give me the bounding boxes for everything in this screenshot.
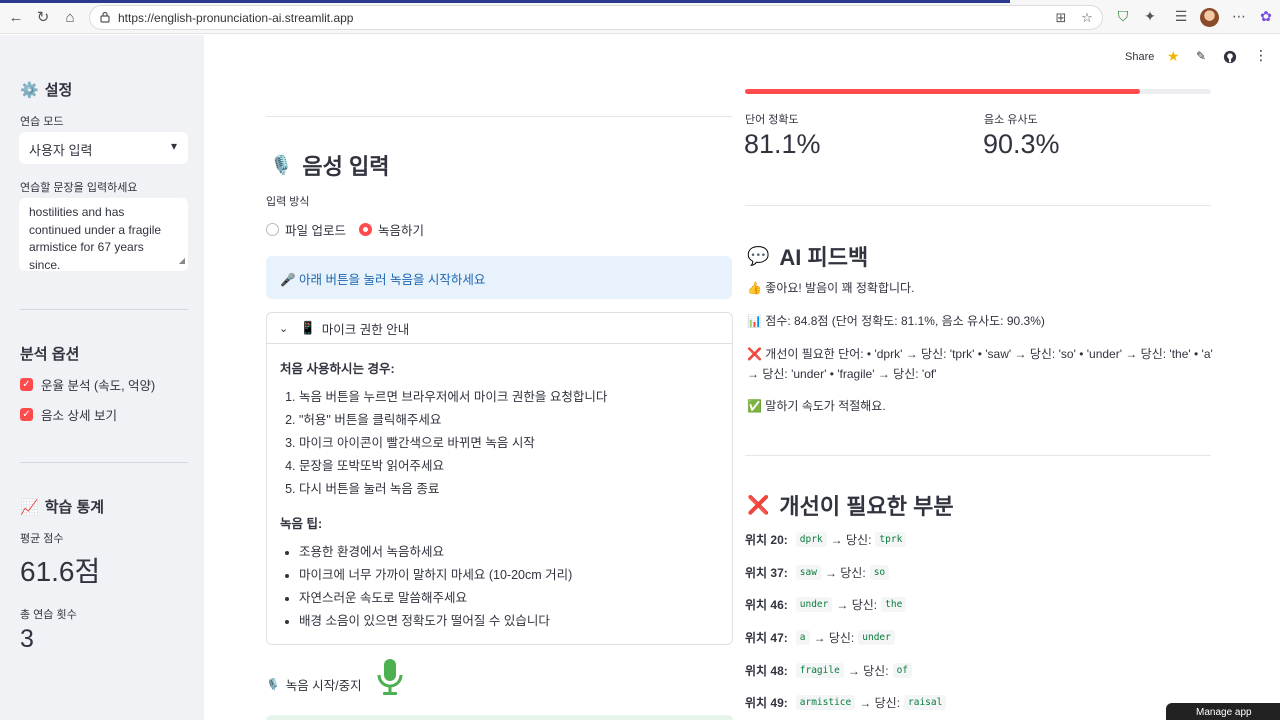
- feedback-line: 📊 점수: 84.8점 (단어 정확도: 81.1%, 음소 유사도: 90.3…: [747, 314, 1045, 328]
- sentence-text: hostilities and has continued under a fr…: [29, 205, 162, 271]
- avg-score-label: 평균 점수: [20, 533, 64, 545]
- app-grid-icon[interactable]: ⊞: [1053, 10, 1069, 26]
- record-toggle-label: 🎙️ 녹음 시작/중지: [266, 679, 362, 693]
- stats-header: 📈 학습 통계: [20, 499, 105, 516]
- mode-label: 연습 모드: [20, 116, 64, 128]
- checkbox-phoneme-detail[interactable]: ✓ 음소 상세 보기: [20, 405, 117, 424]
- list-item: 자연스러운 속도로 말씀해주세요: [299, 587, 572, 610]
- profile-avatar[interactable]: [1200, 8, 1219, 27]
- back-icon[interactable]: ←: [6, 7, 26, 27]
- radio-record[interactable]: 녹음하기: [359, 220, 424, 239]
- star-icon[interactable]: ★: [1167, 48, 1180, 65]
- github-icon[interactable]: [1223, 50, 1237, 64]
- feedback-line: ✅ 말하기 속도가 적절해요.: [747, 399, 886, 413]
- sentence-textarea[interactable]: hostilities and has continued under a fr…: [19, 198, 188, 271]
- practice-count-value: 3: [20, 625, 34, 653]
- mic-permission-expander: ⌄ 📱 마이크 권한 안내 처음 사용하시는 경우: 녹음 버튼을 누르면 브라…: [266, 312, 733, 645]
- phoneme-similarity-value: 90.3%: [983, 129, 1060, 159]
- divider: [20, 462, 188, 463]
- avg-score-value: 61.6점: [20, 556, 101, 587]
- extensions-puzzle-icon[interactable]: ✦: [1141, 8, 1159, 26]
- speech-bubble-icon: 💬: [747, 245, 770, 266]
- ai-feedback-title: 💬 AI 피드백: [747, 245, 869, 270]
- analysis-options-header: 분석 옵션: [20, 346, 80, 363]
- tips-title: 녹음 팁:: [280, 517, 323, 531]
- mode-select-value: 사용자 입력: [29, 143, 93, 158]
- improvement-row: 위치 46: under → 당신: the: [745, 596, 910, 613]
- list-item: 마이크 아이콘이 빨간색으로 바뀌면 녹음 시작: [299, 432, 607, 455]
- first-use-title: 처음 사용하시는 경우:: [280, 362, 395, 376]
- more-menu-icon[interactable]: ⋯: [1230, 8, 1248, 26]
- lock-icon: [100, 11, 110, 23]
- favorites-list-icon[interactable]: ☰: [1172, 8, 1190, 26]
- improvement-row: 위치 37: saw → 당신: so: [745, 564, 893, 581]
- divider: [20, 309, 188, 310]
- divider: [745, 205, 1211, 206]
- mode-select[interactable]: 사용자 입력 ▾: [19, 132, 188, 164]
- studio-microphone-icon: 🎙️: [266, 679, 280, 691]
- improvement-row: 위치 20: dprk → 당신: tprk: [745, 531, 910, 548]
- checkbox-checked-icon: ✓: [20, 408, 33, 421]
- record-info-alert: 🎤 아래 버튼을 눌러 녹음을 시작하세요: [266, 256, 732, 299]
- improvement-row: 위치 47: a → 당신: under: [745, 629, 899, 646]
- list-item: 문장을 또박또박 읽어주세요: [299, 455, 607, 478]
- chevron-down-icon: ⌄: [279, 322, 289, 335]
- reload-icon[interactable]: ↻: [33, 7, 53, 27]
- list-item: "허용" 버튼을 클릭해주세요: [299, 409, 607, 432]
- microphone-record-button[interactable]: [376, 657, 404, 697]
- address-bar[interactable]: https://english-pronunciation-ai.streaml…: [89, 5, 1103, 30]
- word-accuracy-label: 단어 정확도: [745, 114, 799, 126]
- phoneme-similarity-label: 음소 유사도: [984, 114, 1038, 126]
- divider: [266, 116, 732, 117]
- success-alert: [266, 715, 733, 720]
- improvement-row: 위치 48: fragile → 당신: of: [745, 662, 916, 679]
- radio-selected-icon: [359, 223, 372, 236]
- sidebar: ⚙️ 설정 연습 모드 사용자 입력 ▾ 연습할 문장을 입력하세요 hostil…: [0, 35, 204, 720]
- chart-increasing-icon: 📈: [20, 499, 39, 516]
- list-item: 다시 버튼을 눌러 녹음 종료: [299, 478, 607, 501]
- resize-grip-icon[interactable]: ◢: [179, 252, 185, 270]
- practice-count-label: 총 연습 횟수: [20, 609, 77, 621]
- studio-microphone-icon: 🎙️: [270, 154, 293, 175]
- chevron-down-icon: ▾: [170, 139, 177, 153]
- copilot-icon[interactable]: ✿: [1257, 8, 1275, 26]
- settings-header: ⚙️ 설정: [20, 82, 73, 99]
- cross-mark-icon: ❌: [747, 494, 770, 515]
- manage-app-button[interactable]: Manage app: [1166, 703, 1280, 720]
- word-accuracy-value: 81.1%: [744, 129, 821, 159]
- radio-file-upload[interactable]: 파일 업로드: [266, 220, 346, 239]
- list-item: 조용한 환경에서 녹음하세요: [299, 541, 572, 564]
- score-progress-fill: [745, 89, 1141, 94]
- checkbox-checked-icon: ✓: [20, 378, 33, 391]
- edit-pencil-icon[interactable]: ✎: [1196, 49, 1206, 63]
- favorite-star-icon[interactable]: ☆: [1079, 10, 1095, 26]
- feedback-line: ❌ 개선이 필요한 단어: • 'dprk' → 당신: 'tprk' • 's…: [747, 347, 1213, 381]
- browser-chrome: ← ↻ ⌂ https://english-pronunciation-ai.s…: [0, 0, 1280, 34]
- improvement-title: ❌ 개선이 필요한 부분: [747, 494, 954, 519]
- expander-header[interactable]: ⌄ 📱 마이크 권한 안내: [267, 313, 732, 344]
- list-item: 녹음 버튼을 누르면 브라우저에서 마이크 권한을 요청합니다: [299, 386, 607, 409]
- divider: [745, 455, 1211, 456]
- tips-list: 조용한 환경에서 녹음하세요 마이크에 너무 가까이 말하지 마세요 (10-2…: [299, 541, 572, 633]
- main-content: Share ★ ✎ ⋮ 🎙️ 음성 입력 입력 방식 파일 업로드 녹음하기 🎤 …: [204, 35, 1280, 720]
- tab-strip-accent: [0, 0, 1010, 3]
- checkbox-prosody[interactable]: ✓ 운율 분석 (속도, 억양): [20, 375, 155, 394]
- improvement-row: 위치 49: armistice → 당신: raisal: [745, 694, 950, 711]
- radio-unselected-icon: [266, 223, 279, 236]
- home-icon[interactable]: ⌂: [60, 7, 80, 27]
- score-progress-bar: [745, 89, 1211, 94]
- feedback-line: 👍 좋아요! 발음이 꽤 정확합니다.: [747, 281, 915, 295]
- steps-list: 녹음 버튼을 누르면 브라우저에서 마이크 권한을 요청합니다 "허용" 버튼을…: [299, 386, 607, 501]
- list-item: 배경 소음이 있으면 정확도가 떨어질 수 있습니다: [299, 610, 572, 633]
- voice-input-title: 🎙️ 음성 입력: [270, 154, 390, 179]
- gear-icon: ⚙️: [20, 82, 39, 99]
- extension-shield-icon[interactable]: ⛉: [1114, 8, 1132, 26]
- list-item: 마이크에 너무 가까이 말하지 마세요 (10-20cm 거리): [299, 564, 572, 587]
- mobile-phone-icon: 📱: [300, 320, 316, 335]
- share-button[interactable]: Share: [1125, 51, 1154, 63]
- kebab-menu-icon[interactable]: ⋮: [1254, 47, 1268, 64]
- url-text: https://english-pronunciation-ai.streaml…: [118, 11, 354, 25]
- input-method-label: 입력 방식: [266, 196, 310, 208]
- sentence-label: 연습할 문장을 입력하세요: [20, 182, 138, 194]
